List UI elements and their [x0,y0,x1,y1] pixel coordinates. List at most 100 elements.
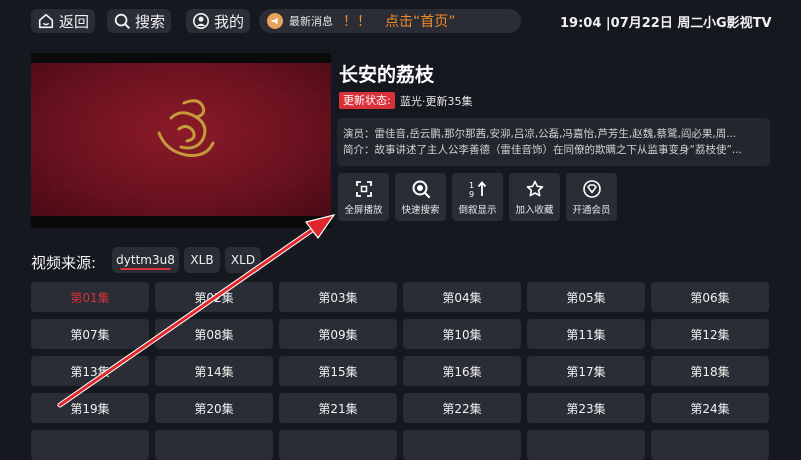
source-tab-xlb[interactable]: XLB [184,247,220,273]
sort-order-icon: 1 9 [469,181,486,199]
action-label: 快速搜索 [401,204,440,216]
app-brand: 小G影视TV [703,16,772,31]
source-tab-label: XLD [230,253,256,267]
top-bar: 返回 搜索 我的 最新消息 ！！ 点击“首页” 19:04 |07月22日 周二… [0,0,801,42]
episode-label: 第12集 [690,327,730,342]
episode-label: 第18集 [690,364,730,379]
episode-button-partial[interactable] [651,430,769,460]
logo-emblem-icon [50,86,322,200]
action-label: 加入收藏 [515,204,554,216]
quick-search-button[interactable]: 快速搜索 [395,173,446,221]
notice-marquee[interactable]: 最新消息 ！！ 点击“首页” [259,9,521,33]
episode-label: 第16集 [442,364,482,379]
episode-button[interactable]: 第08集 [155,319,273,349]
episode-label: 第17集 [566,364,606,379]
episode-button[interactable]: 第13集 [31,356,149,386]
episode-button[interactable]: 第21集 [279,393,397,423]
episode-button-partial[interactable] [527,430,645,460]
favorite-button[interactable]: 加入收藏 [509,173,560,221]
clock: 19:04 |07月22日 周二 [560,16,704,31]
episode-button[interactable]: 第02集 [155,282,273,312]
episode-button[interactable]: 第17集 [527,356,645,386]
episode-button[interactable]: 第12集 [651,319,769,349]
episode-button[interactable]: 第09集 [279,319,397,349]
episode-label: 第09集 [318,327,358,342]
episode-button[interactable]: 第20集 [155,393,273,423]
episode-label: 第19集 [70,401,110,416]
video-title: 长安的荔枝 [339,64,435,86]
status-badge: 更新状态: [339,92,395,109]
episode-button[interactable]: 第03集 [279,282,397,312]
synopsis-text: 简介：故事讲述了主人公李善德（雷佳音饰）在同僚的欺瞒之下从监事变身“荔枝使”..… [343,144,742,156]
episode-label: 第01集 [70,290,110,305]
episode-label: 第07集 [70,327,110,342]
episode-button[interactable]: 第10集 [403,319,521,349]
episode-label: 第20集 [194,401,234,416]
episode-button[interactable]: 第06集 [651,282,769,312]
mine-button[interactable]: 我的 [186,9,251,33]
episode-label: 第13集 [70,364,110,379]
episode-label: 第02集 [194,290,234,305]
selected-underline [120,268,171,270]
source-label: 视频来源: [31,254,97,272]
action-label: 开通会员 [572,204,611,216]
source-tab-label: dyttm3u8 [116,253,175,267]
episode-button[interactable]: 第22集 [403,393,521,423]
episode-label: 第06集 [690,290,730,305]
user-icon [192,12,210,30]
vip-button[interactable]: 开通会员 [566,173,617,221]
episode-button[interactable]: 第15集 [279,356,397,386]
episode-button[interactable]: 第18集 [651,356,769,386]
episode-label: 第24集 [690,401,730,416]
episode-label: 第03集 [318,290,358,305]
source-tab-dyttm3u8[interactable]: dyttm3u8 [112,247,179,273]
star-icon [526,180,543,196]
source-tab-label: XLB [190,253,214,267]
status-value: 蓝光·更新35集 [400,95,473,108]
back-button[interactable]: 返回 [31,9,96,33]
video-frame [31,63,331,216]
source-tab-xld[interactable]: XLD [225,247,261,273]
vip-diamond-icon [582,179,601,198]
episode-button[interactable]: 第14集 [155,356,273,386]
episode-label: 第11集 [566,327,606,342]
episode-button-partial[interactable] [155,430,273,460]
episode-label: 第05集 [566,290,606,305]
info-box: 演员：雷佳音,岳云鹏,那尔那茜,安泖,吕凉,公磊,冯嘉怡,芦芳生,赵魏,蔡鹭,阎… [337,118,770,166]
search-icon [412,180,430,198]
cast-text: 演员：雷佳音,岳云鹏,那尔那茜,安泖,吕凉,公磊,冯嘉怡,芦芳生,赵魏,蔡鹭,阎… [343,128,737,140]
episode-button-partial[interactable] [279,430,397,460]
episode-button-partial[interactable] [403,430,521,460]
episode-button[interactable]: 第11集 [527,319,645,349]
search-icon [114,13,130,29]
video-player[interactable] [31,53,331,228]
episode-button[interactable]: 第19集 [31,393,149,423]
episode-label: 第23集 [566,401,606,416]
episode-label: 第08集 [194,327,234,342]
episode-button[interactable]: 第05集 [527,282,645,312]
svg-text:9: 9 [469,190,474,199]
episode-label: 第21集 [318,401,358,416]
episode-button-partial[interactable] [31,430,149,460]
reverse-order-button[interactable]: 1 9 倒叙显示 [452,173,503,221]
episode-label: 第15集 [318,364,358,379]
episode-button[interactable]: 第01集 [31,282,149,312]
fullscreen-icon [355,180,372,197]
notice-marks: ！！ [343,14,371,30]
episode-button[interactable]: 第07集 [31,319,149,349]
search-label: 搜索 [135,12,166,31]
episode-label: 第14集 [194,364,234,379]
action-label: 倒叙显示 [458,204,497,216]
episode-label: 第22集 [442,401,482,416]
episode-label: 第04集 [442,290,482,305]
notice-text: 点击“首页” [385,14,456,30]
mine-label: 我的 [214,12,245,31]
notice-title: 最新消息 [289,15,333,28]
search-button[interactable]: 搜索 [107,9,172,33]
episode-button[interactable]: 第04集 [403,282,521,312]
action-label: 全屏播放 [344,204,383,216]
episode-button[interactable]: 第24集 [651,393,769,423]
episode-button[interactable]: 第16集 [403,356,521,386]
episode-button[interactable]: 第23集 [527,393,645,423]
fullscreen-button[interactable]: 全屏播放 [338,173,389,221]
